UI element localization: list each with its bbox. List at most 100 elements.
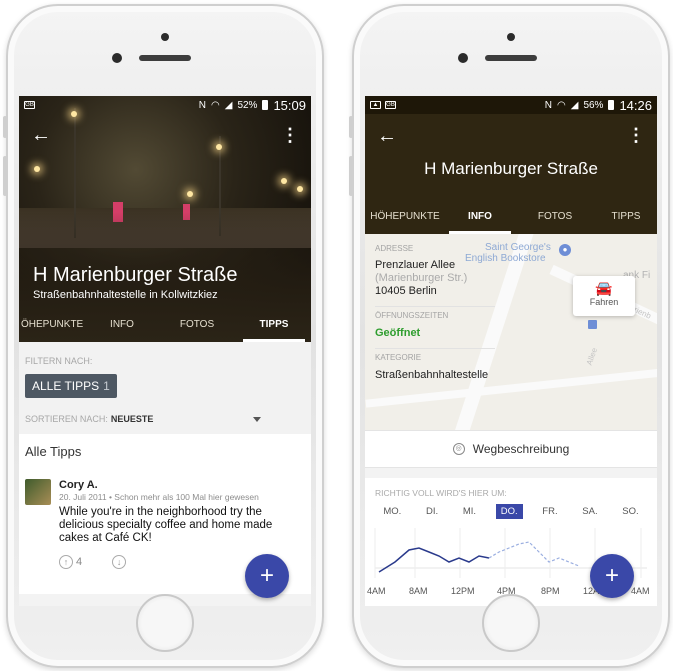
avatar[interactable] bbox=[25, 479, 51, 505]
sort-label: SORTIEREN NACH: bbox=[25, 414, 108, 424]
back-arrow-icon[interactable]: ← bbox=[377, 126, 397, 146]
add-button[interactable]: + bbox=[590, 554, 634, 598]
status-bar: GB N ◠ ◢ 52% 15:09 bbox=[19, 96, 311, 114]
upvote-count: 4 bbox=[76, 555, 83, 568]
tip-author[interactable]: Cory A. bbox=[59, 479, 305, 491]
tab-highlights[interactable]: HÖHEPUNKTE bbox=[365, 200, 445, 234]
day-sa[interactable]: SA. bbox=[577, 504, 602, 519]
tab-highlights[interactable]: ÖHEPUNKTE bbox=[19, 308, 87, 342]
day-so[interactable]: SO. bbox=[617, 504, 643, 519]
volume-up-button bbox=[3, 156, 7, 196]
day-mi[interactable]: MI. bbox=[458, 504, 481, 519]
wifi-icon: ◠ bbox=[211, 99, 220, 111]
category-value: Straßenbahnhaltestelle bbox=[375, 369, 489, 381]
hours-label: ÖFFNUNGSZEITEN bbox=[375, 311, 449, 320]
day-mo[interactable]: MO. bbox=[378, 504, 406, 519]
drive-button[interactable]: 🚘 Fahren bbox=[573, 276, 635, 316]
battery-percent: 52% bbox=[237, 99, 258, 111]
tab-tips[interactable]: TIPPS bbox=[237, 308, 311, 342]
venue-title: H Marienburger Straße bbox=[424, 159, 598, 178]
sort-value: NEUESTE bbox=[110, 414, 154, 424]
tram-stop-icon bbox=[588, 320, 597, 329]
hour-label: 8AM bbox=[409, 586, 428, 596]
sort-dropdown[interactable]: SORTIEREN NACH: NEUESTE bbox=[25, 414, 305, 424]
hour-label: 12PM bbox=[451, 586, 475, 596]
home-button bbox=[136, 594, 194, 652]
battery-icon bbox=[262, 100, 269, 110]
tab-bar: HÖHEPUNKTE INFO FOTOS TIPPS bbox=[365, 200, 657, 234]
info-card: Saint George's English Bookstore ● ank F… bbox=[365, 234, 657, 430]
wifi-icon: ◠ bbox=[557, 99, 566, 111]
venue-title: H Marienburger Straße bbox=[33, 264, 238, 286]
app-toolbar: ← ⋮ bbox=[19, 120, 311, 150]
tab-info[interactable]: INFO bbox=[445, 200, 515, 234]
day-do[interactable]: DO. bbox=[495, 504, 523, 519]
volume-up-button bbox=[349, 156, 353, 196]
more-options-icon[interactable]: ⋮ bbox=[627, 126, 645, 146]
directions-button[interactable]: ◎ Wegbeschreibung bbox=[365, 430, 657, 468]
nfc-icon: N bbox=[544, 99, 552, 111]
day-fr[interactable]: FR. bbox=[537, 504, 562, 519]
tab-info[interactable]: INFO bbox=[87, 308, 157, 342]
car-icon: 🚘 bbox=[595, 280, 613, 296]
venue-photo-header: GB N ◠ ◢ 52% 15:09 ← ⋮ H Marienburger St… bbox=[19, 96, 311, 342]
nfc-icon: N bbox=[198, 99, 206, 111]
status-bar: ▲ GB N ◠ ◢ 56% 14:26 bbox=[365, 96, 657, 114]
battery-percent: 56% bbox=[583, 99, 604, 111]
day-di[interactable]: DI. bbox=[421, 504, 443, 519]
info-fields: ADRESSE Prenzlauer Allee (Marienburger S… bbox=[375, 244, 505, 382]
back-arrow-icon[interactable]: ← bbox=[31, 125, 51, 145]
section-title: Alle Tipps bbox=[25, 444, 82, 459]
earpiece-speaker bbox=[485, 55, 537, 61]
left-screen: GB N ◠ ◢ 52% 15:09 ← ⋮ H Marienburger St… bbox=[19, 96, 311, 606]
tip-meta: 20. Juli 2011 • Schon mehr als 100 Mal h… bbox=[59, 492, 259, 502]
signal-icon: ◢ bbox=[224, 99, 233, 111]
left-phone-frame: GB N ◠ ◢ 52% 15:09 ← ⋮ H Marienburger St… bbox=[3, 4, 324, 668]
tab-photos[interactable]: FOTOS bbox=[157, 308, 237, 342]
map-pin-icon[interactable]: ● bbox=[559, 244, 571, 256]
day-selector: MO. DI. MI. DO. FR. SA. SO. bbox=[365, 498, 657, 519]
directions-label: Wegbeschreibung bbox=[472, 442, 570, 456]
drive-label: Fahren bbox=[589, 297, 619, 307]
tab-tips[interactable]: TIPPS bbox=[595, 200, 657, 234]
proximity-sensor bbox=[112, 53, 122, 63]
earpiece-speaker bbox=[139, 55, 191, 61]
tab-bar: ÖHEPUNKTE INFO FOTOS TIPPS bbox=[19, 308, 311, 342]
home-button bbox=[482, 594, 540, 652]
add-button[interactable]: + bbox=[245, 554, 289, 598]
right-screen: ▲ GB N ◠ ◢ 56% 14:26 ← ⋮ H Marienburger … bbox=[365, 96, 657, 606]
app-toolbar: ← ⋮ bbox=[365, 126, 657, 146]
address-line1: Prenzlauer Allee bbox=[375, 259, 456, 271]
tab-photos[interactable]: FOTOS bbox=[515, 200, 595, 234]
signal-icon: ◢ bbox=[570, 99, 579, 111]
arrow-up-icon: ↑ bbox=[59, 555, 73, 569]
downvote-button[interactable]: ↓ bbox=[112, 555, 129, 569]
hour-label: 4AM bbox=[631, 586, 650, 596]
address-label: ADRESSE bbox=[375, 244, 414, 253]
venue-header: ▲ GB N ◠ ◢ 56% 14:26 ← ⋮ H Marienburger … bbox=[365, 96, 657, 234]
mute-switch bbox=[349, 116, 353, 138]
map-label: Allee bbox=[584, 346, 600, 367]
hours-value: Geöffnet bbox=[375, 327, 421, 339]
chart-series-forecast bbox=[488, 541, 580, 567]
front-camera bbox=[507, 33, 515, 41]
chip-label: ALLE TIPPS bbox=[32, 379, 100, 393]
tip-visits: Schon mehr als 100 Mal hier gewesen bbox=[114, 492, 259, 502]
image-notification-icon: ▲ bbox=[370, 101, 381, 109]
more-options-icon[interactable]: ⋮ bbox=[281, 126, 299, 144]
front-camera bbox=[161, 33, 169, 41]
upvote-button[interactable]: ↑ 4 bbox=[59, 555, 82, 569]
filter-label: FILTERN NACH: bbox=[25, 356, 93, 366]
filter-chip-all-tips[interactable]: ALLE TIPPS 1 bbox=[25, 374, 117, 398]
compass-icon: ◎ bbox=[452, 443, 465, 455]
hour-label: 8PM bbox=[541, 586, 560, 596]
chip-count: 1 bbox=[103, 379, 110, 393]
notification-icon: GB bbox=[385, 101, 396, 109]
notification-icon: GB bbox=[24, 101, 35, 109]
address-line3: 10405 Berlin bbox=[375, 285, 437, 297]
tip-text: While you're in the neighborhood try the… bbox=[59, 506, 273, 544]
mute-switch bbox=[3, 116, 7, 138]
dropdown-caret-icon bbox=[253, 416, 262, 422]
address-line2: (Marienburger Str.) bbox=[375, 272, 468, 284]
hour-label: 4AM bbox=[367, 586, 386, 596]
